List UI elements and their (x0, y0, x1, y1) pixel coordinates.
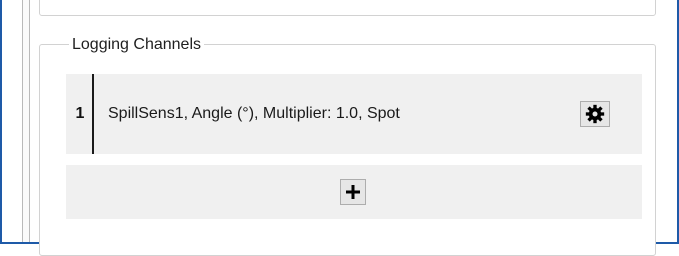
upper-panel (39, 0, 656, 16)
channel-row[interactable]: 1 SpillSens1, Angle (°), Multiplier: 1.0… (66, 74, 642, 154)
plus-icon (345, 184, 361, 200)
add-channel-button[interactable] (340, 179, 366, 205)
channel-index: 1 (75, 105, 85, 122)
window-frame: Logging Channels 1 SpillSens1, Angle (°)… (0, 0, 679, 256)
group-title: Logging Channels (69, 36, 204, 54)
panel-splitter[interactable] (22, 0, 30, 242)
channel-description: SpillSens1, Angle (°), Multiplier: 1.0, … (108, 105, 400, 122)
add-channel-row (66, 165, 642, 219)
row-divider (92, 74, 94, 154)
channel-settings-button[interactable] (580, 101, 610, 127)
gear-icon (585, 104, 605, 124)
